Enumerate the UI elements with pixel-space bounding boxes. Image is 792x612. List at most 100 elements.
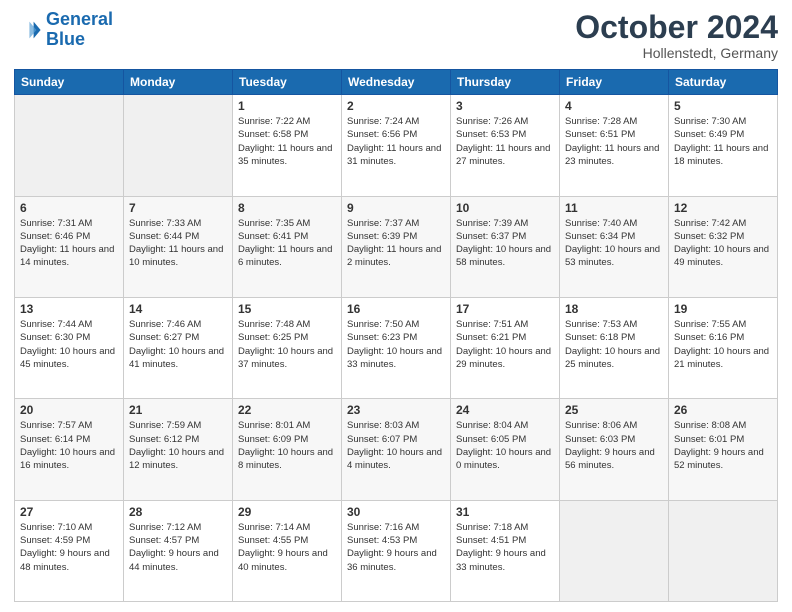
calendar-cell: 15 Sunrise: 7:48 AMSunset: 6:25 PMDayligh… bbox=[233, 297, 342, 398]
day-info: Sunrise: 7:35 AMSunset: 6:41 PMDaylight:… bbox=[238, 217, 336, 270]
day-info: Sunrise: 7:53 AMSunset: 6:18 PMDaylight:… bbox=[565, 318, 663, 371]
day-number: 29 bbox=[238, 505, 336, 519]
day-number: 26 bbox=[674, 403, 772, 417]
day-number: 31 bbox=[456, 505, 554, 519]
day-info: Sunrise: 7:59 AMSunset: 6:12 PMDaylight:… bbox=[129, 419, 227, 472]
calendar-cell bbox=[560, 500, 669, 601]
weekday-header-monday: Monday bbox=[124, 70, 233, 95]
calendar-cell bbox=[15, 95, 124, 196]
calendar-cell: 25Sunrise: 8:06 AMSunset: 6:03 PMDayligh… bbox=[560, 399, 669, 500]
day-info: Sunrise: 7:12 AMSunset: 4:57 PMDaylight:… bbox=[129, 521, 227, 574]
day-info: Sunrise: 7:28 AMSunset: 6:51 PMDaylight:… bbox=[565, 115, 663, 168]
day-number: 15 bbox=[238, 302, 336, 316]
day-info: Sunrise: 7:50 AMSunset: 6:23 PMDaylight:… bbox=[347, 318, 445, 371]
day-number: 14 bbox=[129, 302, 227, 316]
calendar-cell: 7 Sunrise: 7:33 AMSunset: 6:44 PMDaylight… bbox=[124, 196, 233, 297]
calendar-cell: 23 Sunrise: 8:03 AMSunset: 6:07 PMDayligh… bbox=[342, 399, 451, 500]
day-info: Sunrise: 7:57 AMSunset: 6:14 PMDaylight:… bbox=[20, 419, 118, 472]
day-info: Sunrise: 8:03 AMSunset: 6:07 PMDaylight:… bbox=[347, 419, 445, 472]
day-number: 4 bbox=[565, 99, 663, 113]
day-info: Sunrise: 8:08 AMSunset: 6:01 PMDaylight:… bbox=[674, 419, 772, 472]
calendar-cell: 22Sunrise: 8:01 AMSunset: 6:09 PMDayligh… bbox=[233, 399, 342, 500]
calendar-cell: 17 Sunrise: 7:51 AMSunset: 6:21 PMDayligh… bbox=[451, 297, 560, 398]
calendar-week-3: 13 Sunrise: 7:44 AMSunset: 6:30 PMDayligh… bbox=[15, 297, 778, 398]
weekday-header-tuesday: Tuesday bbox=[233, 70, 342, 95]
day-info: Sunrise: 7:30 AMSunset: 6:49 PMDaylight:… bbox=[674, 115, 772, 168]
calendar-cell: 10 Sunrise: 7:39 AMSunset: 6:37 PMDayligh… bbox=[451, 196, 560, 297]
day-info: Sunrise: 7:14 AMSunset: 4:55 PMDaylight:… bbox=[238, 521, 336, 574]
day-info: Sunrise: 7:22 AMSunset: 6:58 PMDaylight:… bbox=[238, 115, 336, 168]
calendar-cell: 27 Sunrise: 7:10 AMSunset: 4:59 PMDayligh… bbox=[15, 500, 124, 601]
calendar-cell: 26 Sunrise: 8:08 AMSunset: 6:01 PMDayligh… bbox=[669, 399, 778, 500]
day-number: 28 bbox=[129, 505, 227, 519]
calendar-cell: 20 Sunrise: 7:57 AMSunset: 6:14 PMDayligh… bbox=[15, 399, 124, 500]
logo: General Blue bbox=[14, 10, 113, 50]
day-info: Sunrise: 7:46 AMSunset: 6:27 PMDaylight:… bbox=[129, 318, 227, 371]
page: General Blue October 2024 Hollenstedt, G… bbox=[0, 0, 792, 612]
logo-blue: Blue bbox=[46, 29, 85, 49]
location-subtitle: Hollenstedt, Germany bbox=[575, 45, 778, 61]
calendar-cell: 12Sunrise: 7:42 AMSunset: 6:32 PMDayligh… bbox=[669, 196, 778, 297]
weekday-header-sunday: Sunday bbox=[15, 70, 124, 95]
day-info: Sunrise: 7:48 AMSunset: 6:25 PMDaylight:… bbox=[238, 318, 336, 371]
calendar-cell: 31 Sunrise: 7:18 AMSunset: 4:51 PMDayligh… bbox=[451, 500, 560, 601]
day-number: 24 bbox=[456, 403, 554, 417]
day-number: 17 bbox=[456, 302, 554, 316]
calendar-cell bbox=[669, 500, 778, 601]
day-info: Sunrise: 7:39 AMSunset: 6:37 PMDaylight:… bbox=[456, 217, 554, 270]
day-number: 30 bbox=[347, 505, 445, 519]
title-area: October 2024 Hollenstedt, Germany bbox=[575, 10, 778, 61]
weekday-header-saturday: Saturday bbox=[669, 70, 778, 95]
day-info: Sunrise: 8:01 AMSunset: 6:09 PMDaylight:… bbox=[238, 419, 336, 472]
day-info: Sunrise: 7:16 AMSunset: 4:53 PMDaylight:… bbox=[347, 521, 445, 574]
calendar-cell: 30 Sunrise: 7:16 AMSunset: 4:53 PMDayligh… bbox=[342, 500, 451, 601]
calendar-cell: 1 Sunrise: 7:22 AMSunset: 6:58 PMDaylight… bbox=[233, 95, 342, 196]
day-info: Sunrise: 7:18 AMSunset: 4:51 PMDaylight:… bbox=[456, 521, 554, 574]
calendar-week-4: 20 Sunrise: 7:57 AMSunset: 6:14 PMDayligh… bbox=[15, 399, 778, 500]
calendar-cell: 2Sunrise: 7:24 AMSunset: 6:56 PMDaylight… bbox=[342, 95, 451, 196]
calendar-cell: 28 Sunrise: 7:12 AMSunset: 4:57 PMDayligh… bbox=[124, 500, 233, 601]
calendar-table: SundayMondayTuesdayWednesdayThursdayFrid… bbox=[14, 69, 778, 602]
calendar-week-5: 27 Sunrise: 7:10 AMSunset: 4:59 PMDayligh… bbox=[15, 500, 778, 601]
day-number: 11 bbox=[565, 201, 663, 215]
day-number: 13 bbox=[20, 302, 118, 316]
day-info: Sunrise: 7:10 AMSunset: 4:59 PMDaylight:… bbox=[20, 521, 118, 574]
day-info: Sunrise: 7:44 AMSunset: 6:30 PMDaylight:… bbox=[20, 318, 118, 371]
day-info: Sunrise: 7:55 AMSunset: 6:16 PMDaylight:… bbox=[674, 318, 772, 371]
day-number: 27 bbox=[20, 505, 118, 519]
calendar-cell: 14 Sunrise: 7:46 AMSunset: 6:27 PMDayligh… bbox=[124, 297, 233, 398]
day-number: 23 bbox=[347, 403, 445, 417]
calendar-cell: 24 Sunrise: 8:04 AMSunset: 6:05 PMDayligh… bbox=[451, 399, 560, 500]
day-number: 10 bbox=[456, 201, 554, 215]
weekday-header-row: SundayMondayTuesdayWednesdayThursdayFrid… bbox=[15, 70, 778, 95]
calendar-cell: 13 Sunrise: 7:44 AMSunset: 6:30 PMDayligh… bbox=[15, 297, 124, 398]
day-number: 5 bbox=[674, 99, 772, 113]
day-info: Sunrise: 7:51 AMSunset: 6:21 PMDaylight:… bbox=[456, 318, 554, 371]
calendar-cell: 4 Sunrise: 7:28 AMSunset: 6:51 PMDaylight… bbox=[560, 95, 669, 196]
day-number: 18 bbox=[565, 302, 663, 316]
calendar-week-1: 1 Sunrise: 7:22 AMSunset: 6:58 PMDaylight… bbox=[15, 95, 778, 196]
day-info: Sunrise: 8:04 AMSunset: 6:05 PMDaylight:… bbox=[456, 419, 554, 472]
calendar-cell: 6Sunrise: 7:31 AMSunset: 6:46 PMDaylight… bbox=[15, 196, 124, 297]
calendar-cell: 5 Sunrise: 7:30 AMSunset: 6:49 PMDaylight… bbox=[669, 95, 778, 196]
day-number: 1 bbox=[238, 99, 336, 113]
day-info: Sunrise: 7:33 AMSunset: 6:44 PMDaylight:… bbox=[129, 217, 227, 270]
day-info: Sunrise: 7:26 AMSunset: 6:53 PMDaylight:… bbox=[456, 115, 554, 168]
day-number: 7 bbox=[129, 201, 227, 215]
logo-text: General Blue bbox=[46, 10, 113, 50]
day-info: Sunrise: 7:40 AMSunset: 6:34 PMDaylight:… bbox=[565, 217, 663, 270]
calendar-cell: 9Sunrise: 7:37 AMSunset: 6:39 PMDaylight… bbox=[342, 196, 451, 297]
day-number: 8 bbox=[238, 201, 336, 215]
day-number: 3 bbox=[456, 99, 554, 113]
day-number: 2 bbox=[347, 99, 445, 113]
calendar-cell: 16 Sunrise: 7:50 AMSunset: 6:23 PMDayligh… bbox=[342, 297, 451, 398]
calendar-cell: 29 Sunrise: 7:14 AMSunset: 4:55 PMDayligh… bbox=[233, 500, 342, 601]
day-info: Sunrise: 8:06 AMSunset: 6:03 PMDaylight:… bbox=[565, 419, 663, 472]
day-number: 16 bbox=[347, 302, 445, 316]
month-title: October 2024 bbox=[575, 10, 778, 45]
weekday-header-wednesday: Wednesday bbox=[342, 70, 451, 95]
logo-general: General bbox=[46, 9, 113, 29]
day-number: 19 bbox=[674, 302, 772, 316]
day-number: 6 bbox=[20, 201, 118, 215]
day-number: 20 bbox=[20, 403, 118, 417]
